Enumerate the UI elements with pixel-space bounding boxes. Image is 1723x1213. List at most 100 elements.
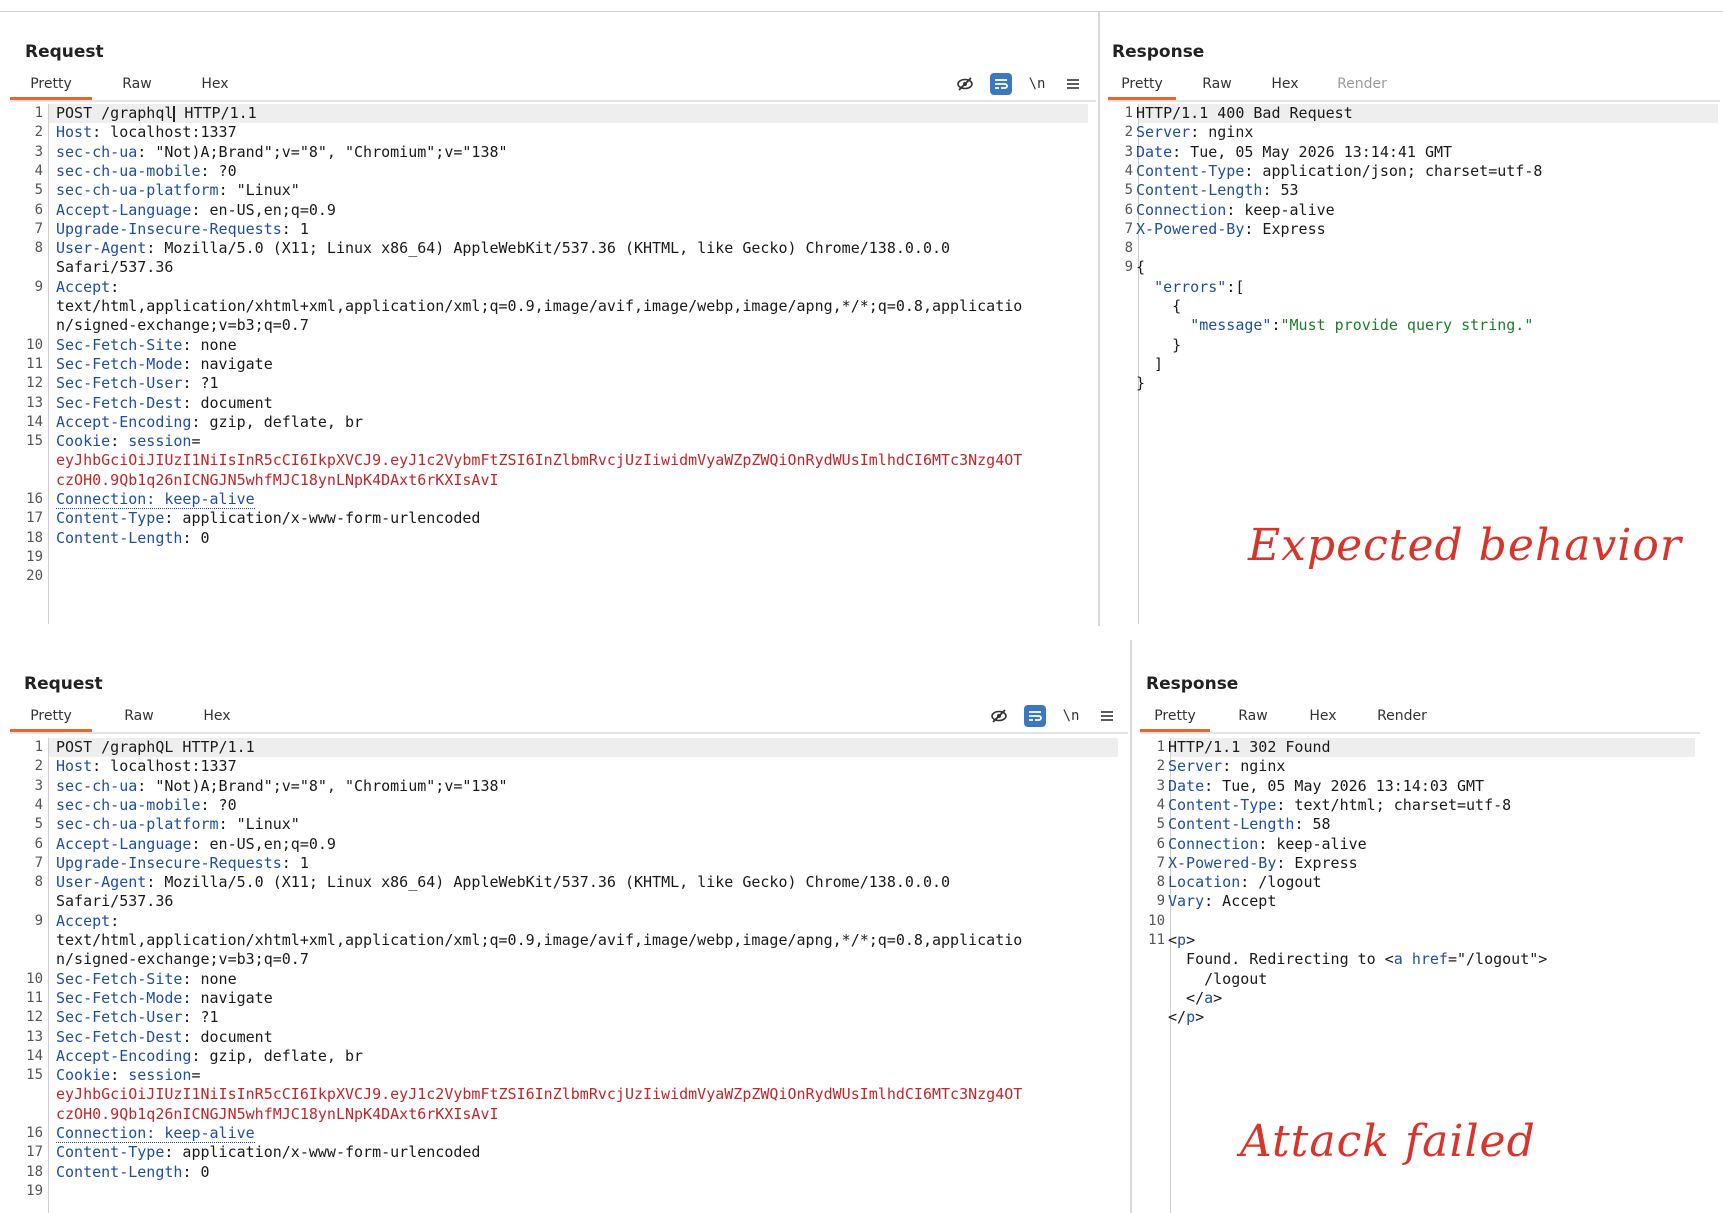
code-token: = <box>191 432 201 451</box>
menu-icon[interactable] <box>1062 73 1084 95</box>
code-token: Server <box>1136 123 1191 142</box>
line-number: 16 <box>26 1125 43 1141</box>
line-number <box>1140 950 1165 969</box>
line-number <box>10 1085 43 1104</box>
tab-pretty[interactable]: Pretty <box>10 70 92 100</box>
editor-tools: \n <box>988 702 1118 730</box>
code-token: Date <box>1168 776 1205 795</box>
line-number <box>1108 297 1133 316</box>
code-line: Date: Tue, 05 May 2026 13:14:03 GMT <box>1168 777 1484 796</box>
tab-raw[interactable]: Raw <box>102 70 172 98</box>
code-token: : Mozilla/5.0 (X11; Linux x86_64) AppleW… <box>146 873 951 892</box>
tab-hex[interactable]: Hex <box>182 702 252 730</box>
code-token: User-Agent <box>56 239 147 258</box>
line-number <box>1108 374 1133 393</box>
code-line: sec-ch-ua-mobile: ?0 <box>56 162 237 181</box>
line-number: 4 <box>1156 796 1165 813</box>
code-line: User-Agent: Mozilla/5.0 (X11; Linux x86_… <box>56 873 950 892</box>
request-editor[interactable]: POST /graphQL HTTP/1.1 Host: localhost:13… <box>56 738 1121 1213</box>
code-line: Content-Length: 53 <box>1136 181 1299 200</box>
line-number: 6 <box>1156 835 1165 852</box>
newline-icon[interactable]: \n <box>1026 73 1048 95</box>
code-line: Accept: <box>56 278 119 297</box>
code-token: > <box>1195 1008 1205 1027</box>
line-number: 8 <box>1124 240 1133 257</box>
code-line: ] <box>1136 355 1163 374</box>
code-token: Connection: keep-alive <box>56 490 255 509</box>
code-token: ="/logout"> <box>1447 950 1548 969</box>
wrap-icon[interactable] <box>1024 705 1046 727</box>
code-token: n/signed-exchange;v=b3;q=0.7 <box>56 316 309 335</box>
code-token: POST /graphql <box>56 104 174 122</box>
line-number: 2 <box>34 758 43 775</box>
editor-tools: \n <box>954 70 1084 98</box>
tab-pretty[interactable]: Pretty <box>10 702 92 732</box>
code-token: Accept <box>56 277 111 296</box>
code-line: Accept-Language: en-US,en;q=0.9 <box>56 201 336 220</box>
tab-pretty[interactable]: Pretty <box>1140 702 1210 732</box>
bottom-splitter[interactable] <box>1130 640 1132 1213</box>
line-number: 17 <box>26 510 43 527</box>
top-splitter[interactable] <box>1098 11 1100 626</box>
code-token: User-Agent <box>56 873 147 892</box>
line-number: 4 <box>34 796 43 813</box>
code-line: Vary: Accept <box>1168 892 1276 911</box>
line-number <box>10 1105 43 1124</box>
code-token: : Mozilla/5.0 (X11; Linux x86_64) AppleW… <box>146 239 951 258</box>
line-number <box>10 892 43 911</box>
annotation-text: Expected behavior <box>1248 520 1682 571</box>
tab-hex[interactable]: Hex <box>1292 702 1354 730</box>
code-token: : Tue, 05 May 2026 13:14:03 GMT <box>1204 776 1485 795</box>
tab-raw[interactable]: Raw <box>1222 702 1284 730</box>
code-token: Connection <box>1136 200 1227 219</box>
code-token: : Express <box>1276 853 1358 872</box>
line-number: 8 <box>34 240 43 257</box>
top-request-panel: Request Pretty Raw Hex \n 1 2 3 4 5 6 7 8 9 10 11 1… <box>10 36 1096 626</box>
line-number: 5 <box>34 182 43 199</box>
line-number: 12 <box>26 1009 43 1026</box>
code-token: session <box>128 432 192 451</box>
menu-icon[interactable] <box>1096 705 1118 727</box>
code-token: Location <box>1168 873 1241 892</box>
top-response-panel: Response Pretty Raw Hex Render 1 2 3 4 5 6 7 8 9… <box>1108 36 1720 626</box>
code-line: Server: nginx <box>1168 757 1285 776</box>
tab-render[interactable]: Render <box>1326 70 1398 98</box>
code-token: Cookie <box>56 432 111 451</box>
tab-hex[interactable]: Hex <box>180 70 250 98</box>
wrap-icon[interactable] <box>990 73 1012 95</box>
eye-slash-icon[interactable] <box>988 705 1010 727</box>
line-number <box>10 297 43 316</box>
code-token: sec-ch-ua <box>56 776 138 795</box>
code-token: : gzip, deflate, br <box>191 412 364 431</box>
code-token: : keep-alive <box>1258 834 1367 853</box>
code-token: Sec-Fetch-Site <box>56 335 183 354</box>
line-number: 10 <box>1148 912 1165 929</box>
code-token: : application/x-www-form-urlencoded <box>164 509 481 528</box>
code-token: : ?1 <box>182 1008 219 1027</box>
code-token: Sec-Fetch-Mode <box>56 988 183 1007</box>
tab-render[interactable]: Render <box>1366 702 1438 730</box>
line-number: 17 <box>26 1144 43 1161</box>
line-number: 5 <box>1124 182 1133 199</box>
tab-raw[interactable]: Raw <box>1186 70 1248 98</box>
code-token: Accept-Language <box>56 200 192 219</box>
newline-icon[interactable]: \n <box>1060 705 1082 727</box>
line-number: 7 <box>34 220 43 237</box>
eye-slash-icon[interactable] <box>954 73 976 95</box>
code-line: n/signed-exchange;v=b3;q=0.7 <box>56 950 309 969</box>
line-gutter: 1 2 3 4 5 6 7 8 9 <box>1108 104 1139 624</box>
code-token: : application/x-www-form-urlencoded <box>164 1143 481 1162</box>
code-line: Content-Type: text/html; charset=utf-8 <box>1168 796 1511 815</box>
code-token: : nginx <box>1190 123 1254 142</box>
code-token: "Must provide query string." <box>1280 316 1534 335</box>
code-token: :[ <box>1226 277 1245 296</box>
request-tabs: Pretty Raw Hex \n <box>10 70 1096 102</box>
tab-pretty[interactable]: Pretty <box>1108 70 1176 100</box>
code-token: Content-Length <box>56 1162 183 1181</box>
request-editor[interactable]: POST /graphql HTTP/1.1 Host: localhost:13… <box>56 104 1091 624</box>
code-token: HTTP/1.1 302 Found <box>1168 738 1331 756</box>
tab-hex[interactable]: Hex <box>1254 70 1316 98</box>
tab-raw[interactable]: Raw <box>104 702 174 730</box>
